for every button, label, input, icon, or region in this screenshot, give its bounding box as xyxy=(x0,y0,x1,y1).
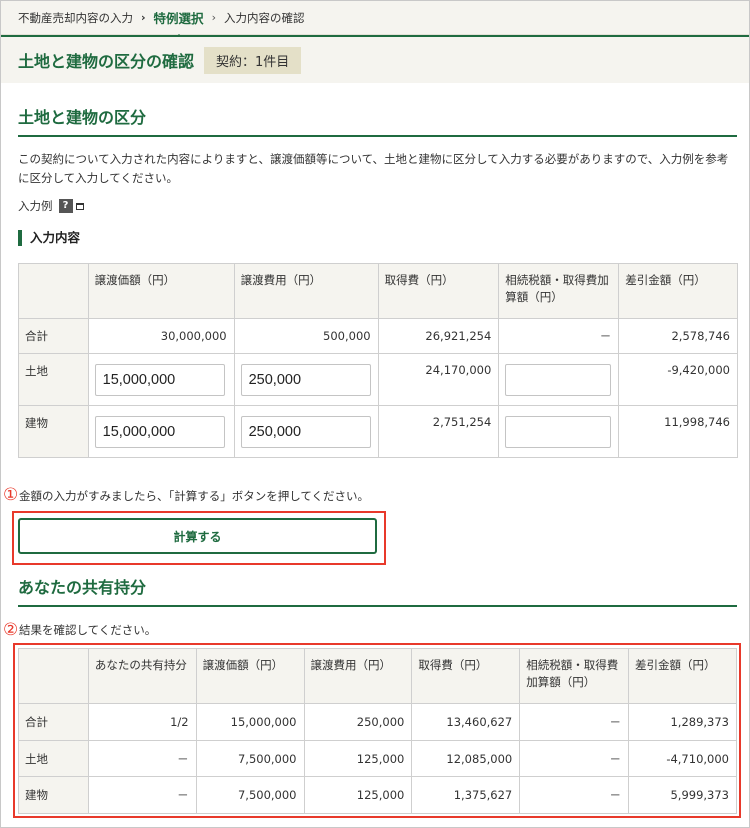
col-header: 相続税額・取得費加算額（円） xyxy=(498,263,620,319)
inheritance-value: － xyxy=(519,776,630,814)
calc-instruction: 金額の入力がすみましたら、「計算する」ボタンを押してください。 xyxy=(19,489,370,503)
breadcrumb-step-input[interactable]: 不動産売却内容の入力 xyxy=(18,10,133,26)
table-row: 建物 － 7,500,000 125,000 1,375,627 － 5,999… xyxy=(18,776,737,814)
annotation-marker-2: ② xyxy=(3,620,19,640)
building-price-cell: 15,000,000 xyxy=(87,405,235,458)
result-instruction: 結果を確認してください。 xyxy=(19,623,157,637)
table-row: 建物 15,000,000 250,000 2,751,254 11,998,7… xyxy=(18,405,738,458)
table-header-corner xyxy=(18,263,89,319)
col-header: 相続税額・取得費加算額（円） xyxy=(519,648,630,704)
building-price-input[interactable]: 15,000,000 xyxy=(94,415,225,448)
col-header: 譲渡価額（円） xyxy=(87,263,235,319)
share-value: － xyxy=(87,776,197,814)
share-value: － xyxy=(87,740,197,777)
page-title: 土地と建物の区分の確認 xyxy=(18,52,195,71)
col-header: 取得費（円） xyxy=(377,263,500,319)
acquisition-value: 13,460,627 xyxy=(411,703,521,741)
land-expense-cell: 250,000 xyxy=(233,353,379,406)
chevron-right-icon: › xyxy=(211,11,216,24)
expense-value: 125,000 xyxy=(303,740,413,777)
land-inheritance-input[interactable] xyxy=(505,363,612,396)
land-inheritance-cell xyxy=(498,353,620,406)
calculate-button[interactable]: 計算する xyxy=(18,518,377,554)
land-difference: -9,420,000 xyxy=(618,353,738,406)
expense-value: 250,000 xyxy=(303,703,413,741)
building-expense-cell: 250,000 xyxy=(233,405,379,458)
price-value: 7,500,000 xyxy=(195,776,305,814)
page-frame: 不動産売却内容の入力 › 特例選択 › 入力内容の確認 土地と建物の区分の確認 … xyxy=(0,0,750,828)
col-header: あなたの共有持分 xyxy=(87,648,197,704)
new-window-icon xyxy=(75,202,84,210)
input-example-label: 入力例 xyxy=(18,199,53,213)
table-row: 合計 30,000,000 500,000 26,921,254 － 2,578… xyxy=(18,318,738,354)
total-expense: 500,000 xyxy=(233,318,379,354)
land-price-input[interactable]: 15,000,000 xyxy=(94,363,225,396)
section-heading-share: あなたの共有持分 xyxy=(18,574,737,607)
row-label: 土地 xyxy=(18,740,89,777)
price-value: 7,500,000 xyxy=(195,740,305,777)
difference-value: 1,289,373 xyxy=(628,703,737,741)
land-expense-input[interactable]: 250,000 xyxy=(240,363,371,396)
col-header: 譲渡費用（円） xyxy=(303,648,413,704)
row-label: 合計 xyxy=(18,703,89,741)
acquisition-value: 12,085,000 xyxy=(411,740,521,777)
table-header-row: 譲渡価額（円） 譲渡費用（円） 取得費（円） 相続税額・取得費加算額（円） 差引… xyxy=(18,263,738,319)
building-inheritance-cell xyxy=(498,405,620,458)
breadcrumb-step-confirm: 入力内容の確認 xyxy=(223,10,305,25)
price-value: 15,000,000 xyxy=(195,703,305,741)
inheritance-value: － xyxy=(519,703,630,741)
row-label: 建物 xyxy=(18,776,89,814)
section-description: この契約について入力された内容によりますと、譲渡価額等について、土地と建物に区分… xyxy=(18,152,729,185)
contract-badge: 契約：1件目 xyxy=(204,46,302,74)
input-table: 譲渡価額（円） 譲渡費用（円） 取得費（円） 相続税額・取得費加算額（円） 差引… xyxy=(18,263,738,458)
row-label: 建物 xyxy=(18,405,89,458)
share-table: あなたの共有持分 譲渡価額（円） 譲渡費用（円） 取得費（円） 相続税額・取得費… xyxy=(18,648,737,814)
table-header-corner xyxy=(18,648,89,704)
total-difference: 2,578,746 xyxy=(618,318,738,354)
annotation-marker-1: ① xyxy=(3,485,19,505)
inheritance-value: － xyxy=(519,740,630,777)
table-header-row: あなたの共有持分 譲渡価額（円） 譲渡費用（円） 取得費（円） 相続税額・取得費… xyxy=(18,648,737,704)
difference-value: -4,710,000 xyxy=(628,740,737,777)
total-price: 30,000,000 xyxy=(87,318,235,354)
land-acquisition: 24,170,000 xyxy=(377,353,500,406)
building-expense-input[interactable]: 250,000 xyxy=(240,415,371,448)
subheading-input-contents: 入力内容 xyxy=(18,230,80,246)
breadcrumb: 不動産売却内容の入力 › 特例選択 › 入力内容の確認 xyxy=(1,1,749,38)
table-row: 合計 1/2 15,000,000 250,000 13,460,627 － 1… xyxy=(18,703,737,741)
section-heading-land-building: 土地と建物の区分 xyxy=(18,104,737,137)
col-header: 譲渡費用（円） xyxy=(233,263,379,319)
building-difference: 11,998,746 xyxy=(618,405,738,458)
share-value: 1/2 xyxy=(87,703,197,741)
building-acquisition: 2,751,254 xyxy=(377,405,500,458)
col-header: 差引金額（円） xyxy=(628,648,737,704)
row-label: 合計 xyxy=(18,318,89,354)
land-price-cell: 15,000,000 xyxy=(87,353,235,406)
col-header: 差引金額（円） xyxy=(618,263,738,319)
row-label: 土地 xyxy=(18,353,89,406)
building-inheritance-input[interactable] xyxy=(505,415,612,448)
expense-value: 125,000 xyxy=(303,776,413,814)
table-row: 土地 15,000,000 250,000 24,170,000 -9,420,… xyxy=(18,353,738,406)
difference-value: 5,999,373 xyxy=(628,776,737,814)
chevron-right-icon: › xyxy=(141,11,146,24)
input-example-link[interactable]: 入力例 ? xyxy=(18,198,84,214)
acquisition-value: 1,375,627 xyxy=(411,776,521,814)
page-title-band: 土地と建物の区分の確認 契約：1件目 xyxy=(1,35,749,83)
total-acquisition: 26,921,254 xyxy=(377,318,500,354)
total-inheritance: － xyxy=(498,318,620,354)
help-icon[interactable]: ? xyxy=(58,199,73,213)
col-header: 取得費（円） xyxy=(411,648,521,704)
breadcrumb-step-special: 特例選択 xyxy=(154,8,204,38)
table-row: 土地 － 7,500,000 125,000 12,085,000 － -4,7… xyxy=(18,740,737,777)
col-header: 譲渡価額（円） xyxy=(195,648,305,704)
